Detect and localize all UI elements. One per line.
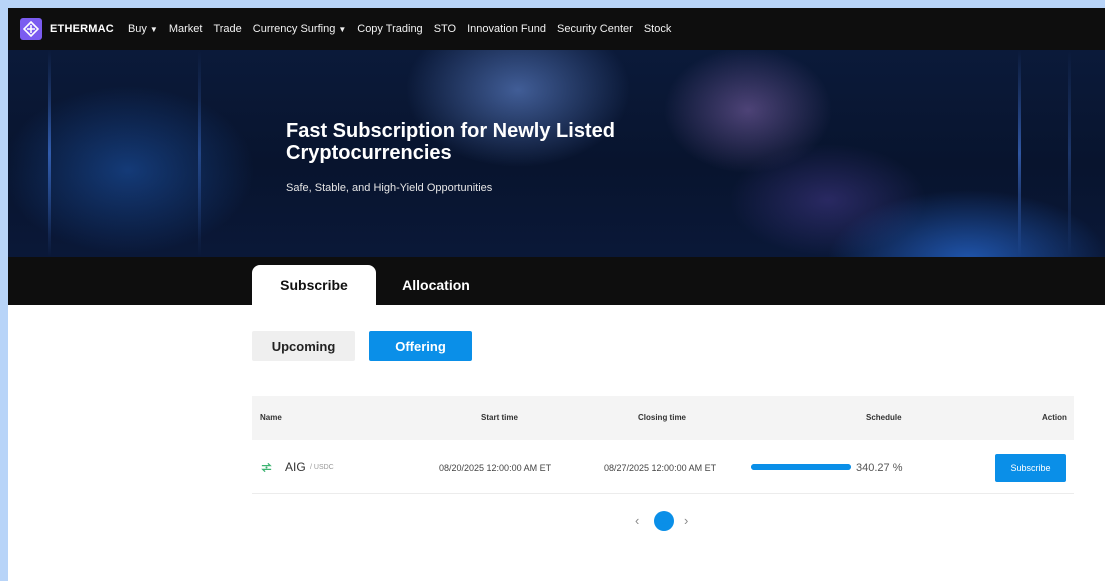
nav-item-label: Security Center [557, 23, 633, 35]
caret-down-icon: ▼ [149, 24, 158, 34]
pagination-next-button[interactable]: › [684, 513, 688, 528]
app-window: ETHERMAC Buy ▼ Market Trade Currency Sur… [8, 8, 1105, 581]
column-header-closing-time: Closing time [638, 413, 687, 422]
caret-down-icon: ▼ [338, 24, 347, 34]
banner-light-streak [198, 50, 201, 257]
hero-banner: Fast Subscription for Newly Listed Crypt… [8, 50, 1105, 257]
coin-swap-icon [261, 462, 272, 473]
coin-quote: / USDC [310, 464, 334, 471]
nav-item-security-center[interactable]: Security Center [557, 23, 633, 35]
column-header-action: Action [1042, 413, 1067, 422]
subtab-upcoming[interactable]: Upcoming [252, 331, 355, 361]
banner-light-streak [48, 50, 51, 257]
nav-item-sto[interactable]: STO [434, 23, 456, 35]
logo-mark-icon [23, 21, 39, 37]
banner-title: Fast Subscription for Newly Listed Crypt… [286, 120, 615, 164]
column-header-schedule: Schedule [866, 413, 902, 422]
nav-item-label: Market [168, 23, 203, 35]
nav-item-currency-surfing[interactable]: Currency Surfing ▼ [253, 23, 346, 35]
subscribe-button[interactable]: Subscribe [995, 454, 1066, 482]
column-header-start-time: Start time [481, 413, 518, 422]
nav-item-stock[interactable]: Stock [644, 23, 672, 35]
nav-item-label: Trade [213, 23, 242, 35]
nav-item-label: Currency Surfing [252, 23, 336, 35]
subtab-offering[interactable]: Offering [369, 331, 472, 361]
nav-item-innovation-fund[interactable]: Innovation Fund [467, 23, 546, 35]
tab-subscribe[interactable]: Subscribe [252, 265, 376, 305]
nav-item-label: Buy [127, 23, 147, 35]
table-row: AIG / USDC 08/20/2025 12:00:00 AM ET 08/… [252, 440, 1074, 494]
column-header-name: Name [260, 413, 282, 422]
nav-item-trade[interactable]: Trade [213, 23, 241, 35]
nav-item-label: Innovation Fund [467, 23, 546, 35]
ethermac-logo-icon[interactable] [20, 18, 42, 40]
schedule-progress-fill [751, 464, 851, 470]
nav-item-label: STO [433, 23, 457, 35]
banner-subtitle: Safe, Stable, and High-Yield Opportuniti… [286, 182, 493, 194]
banner-light-streak [1068, 50, 1071, 257]
banner-light-streak [1018, 50, 1021, 257]
closing-time-value: 08/27/2025 12:00:00 AM ET [604, 463, 717, 473]
nav-item-copy-trading[interactable]: Copy Trading [357, 23, 422, 35]
schedule-progress-bar [751, 464, 851, 470]
main-tab-strip: Subscribe Allocation [8, 257, 1105, 305]
nav-item-market[interactable]: Market [169, 23, 203, 35]
table-header: Name Start time Closing time Schedule Ac… [252, 396, 1074, 440]
coin-name[interactable]: AIG [285, 460, 306, 474]
top-navbar: ETHERMAC Buy ▼ Market Trade Currency Sur… [8, 8, 1105, 50]
nav-item-label: Copy Trading [357, 23, 423, 35]
brand-name[interactable]: ETHERMAC [50, 23, 114, 35]
schedule-percent: 340.27 % [856, 462, 903, 474]
nav-item-label: Stock [643, 23, 672, 35]
start-time-value: 08/20/2025 12:00:00 AM ET [439, 463, 552, 473]
nav-item-buy[interactable]: Buy ▼ [128, 23, 158, 35]
pagination-page-1[interactable]: 1 [654, 511, 674, 531]
pagination-prev-button[interactable]: ‹ [635, 513, 639, 528]
tab-allocation[interactable]: Allocation [380, 265, 492, 305]
